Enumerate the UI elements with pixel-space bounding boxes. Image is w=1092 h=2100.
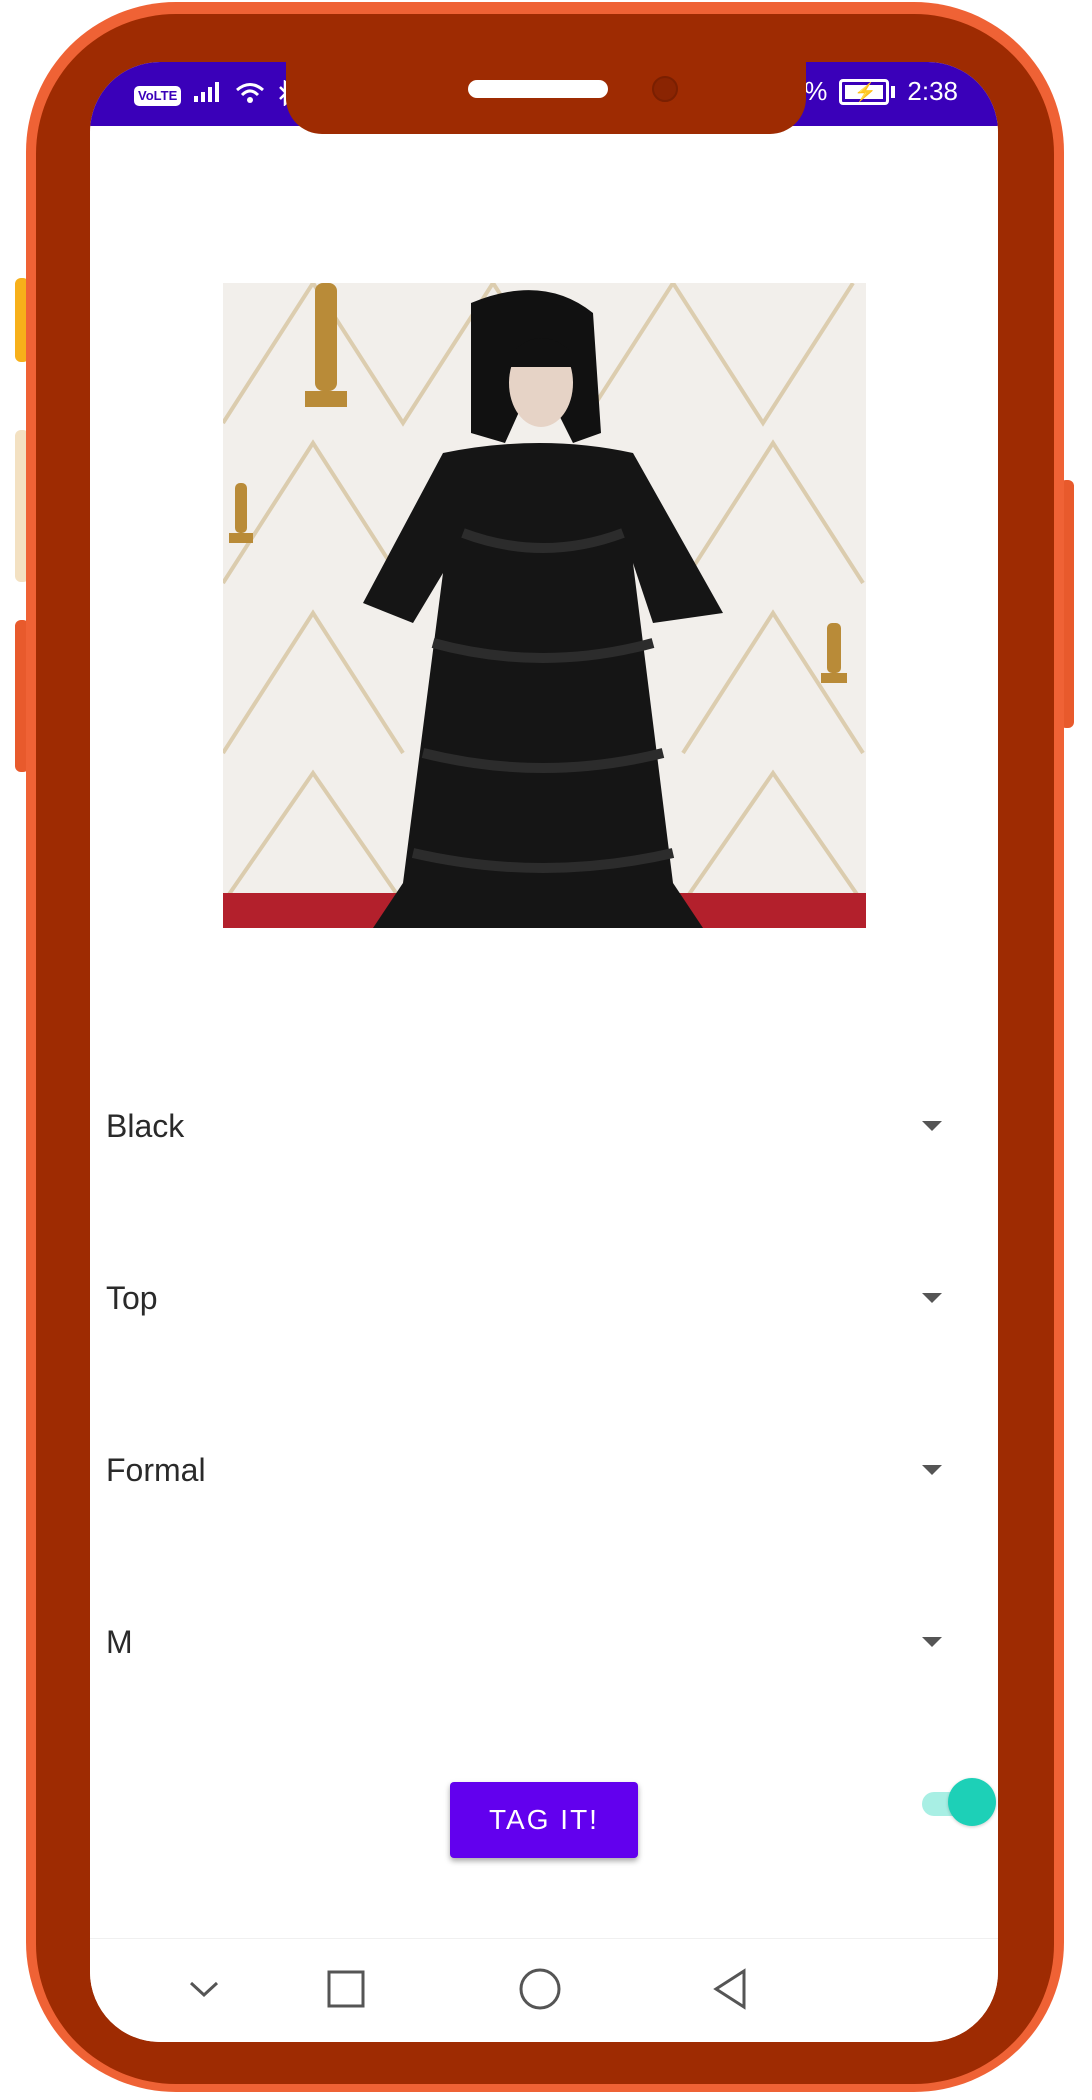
color-dropdown-value: Black — [106, 1107, 185, 1144]
camera-icon — [652, 76, 678, 102]
status-time: 2:38 — [907, 76, 958, 106]
type-dropdown[interactable]: Top — [106, 1263, 966, 1333]
size-dropdown[interactable]: M — [106, 1607, 966, 1677]
battery-charging-icon: ⚡ — [839, 78, 890, 105]
chevron-down-icon — [922, 1293, 942, 1303]
photo-illustration — [223, 283, 866, 928]
style-dropdown[interactable]: Formal — [106, 1435, 966, 1505]
type-dropdown-value: Top — [106, 1279, 158, 1316]
chevron-down-icon — [922, 1465, 942, 1475]
chevron-down-icon — [922, 1121, 942, 1131]
back-triangle-icon[interactable] — [700, 1959, 760, 2019]
chevron-down-icon — [922, 1637, 942, 1647]
speaker-grille — [468, 80, 608, 98]
status-left-group: VoLTE — [134, 78, 295, 111]
size-dropdown-value: M — [106, 1623, 133, 1660]
toggle-switch[interactable] — [922, 1778, 996, 1828]
status-right-group: 9% ⚡ 2:38 — [790, 76, 958, 107]
recents-square-icon[interactable] — [316, 1959, 376, 2019]
phone-mockup: VoLTE 9% ⚡ 2:38 Black Top Formal M TAG I… — [0, 0, 1092, 2100]
navigation-bar — [90, 1938, 998, 2042]
color-dropdown[interactable]: Black — [106, 1091, 966, 1161]
wifi-icon — [235, 81, 265, 110]
home-circle-icon[interactable] — [510, 1959, 570, 2019]
phone-screen: VoLTE 9% ⚡ 2:38 Black Top Formal M TAG I… — [90, 62, 998, 2042]
style-dropdown-value: Formal — [106, 1451, 206, 1488]
chevron-down-icon[interactable] — [174, 1959, 234, 2019]
toggle-thumb — [948, 1778, 996, 1826]
outfit-photo — [223, 283, 866, 928]
battery-tip — [891, 85, 896, 98]
signal-icon — [193, 80, 223, 111]
tag-it-button[interactable]: TAG IT! — [450, 1782, 638, 1858]
volte-icon: VoLTE — [134, 85, 182, 106]
